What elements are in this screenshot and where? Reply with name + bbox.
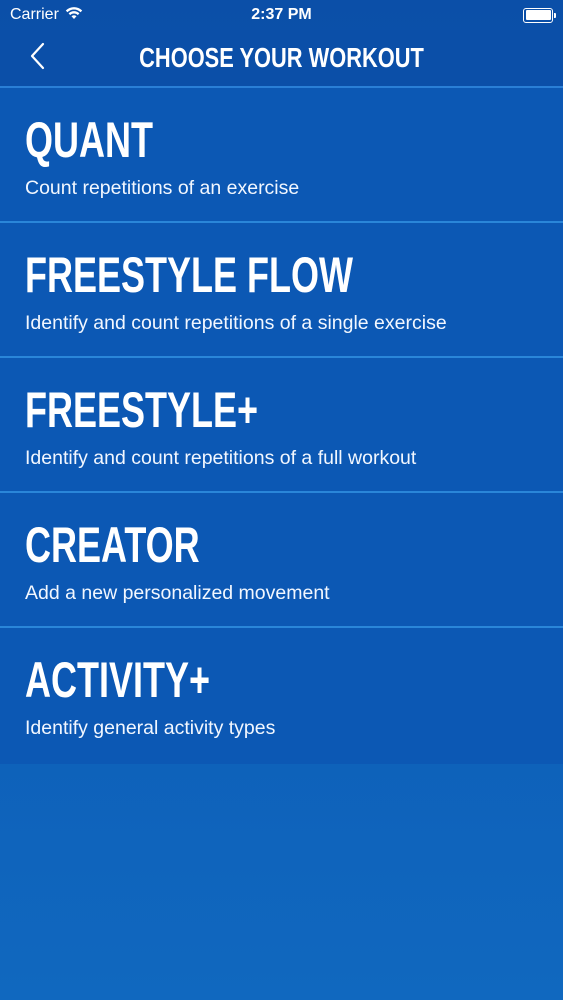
chevron-left-icon [29,42,45,75]
navigation-bar: CHOOSE YOUR WORKOUT [0,30,563,88]
wifi-icon [65,6,83,25]
workout-description: Identify and count repetitions of a full… [25,447,417,469]
workout-item-activity-plus[interactable]: ACTIVITY+ Identify general activity type… [0,628,563,764]
clock: 2:37 PM [251,6,312,23]
workout-description: Identify and count repetitions of a sing… [25,312,447,334]
workout-list: QUANT Count repetitions of an exercise F… [0,88,563,764]
status-bar: Carrier 2:37 PM [0,0,563,30]
workout-title: FREESTYLE+ [25,382,259,438]
workout-description: Add a new personalized movement [25,582,330,604]
workout-item-creator[interactable]: CREATOR Add a new personalized movement [0,493,563,628]
battery-fill [525,10,551,20]
workout-description: Identify general activity types [25,717,276,739]
workout-description: Count repetitions of an exercise [25,177,300,199]
status-left: Carrier [10,6,83,25]
back-button[interactable] [22,40,52,76]
page-title: CHOOSE YOUR WORKOUT [139,42,424,73]
workout-title: CREATOR [25,517,200,573]
carrier-label: Carrier [10,6,59,23]
battery-icon [523,7,556,23]
workout-item-quant[interactable]: QUANT Count repetitions of an exercise [0,88,563,223]
workout-title: QUANT [25,112,153,168]
workout-item-freestyle-flow[interactable]: FREESTYLE FLOW Identify and count repeti… [0,223,563,358]
workout-title: ACTIVITY+ [25,652,211,708]
workout-item-freestyle-plus[interactable]: FREESTYLE+ Identify and count repetition… [0,358,563,493]
workout-title: FREESTYLE FLOW [25,247,353,303]
